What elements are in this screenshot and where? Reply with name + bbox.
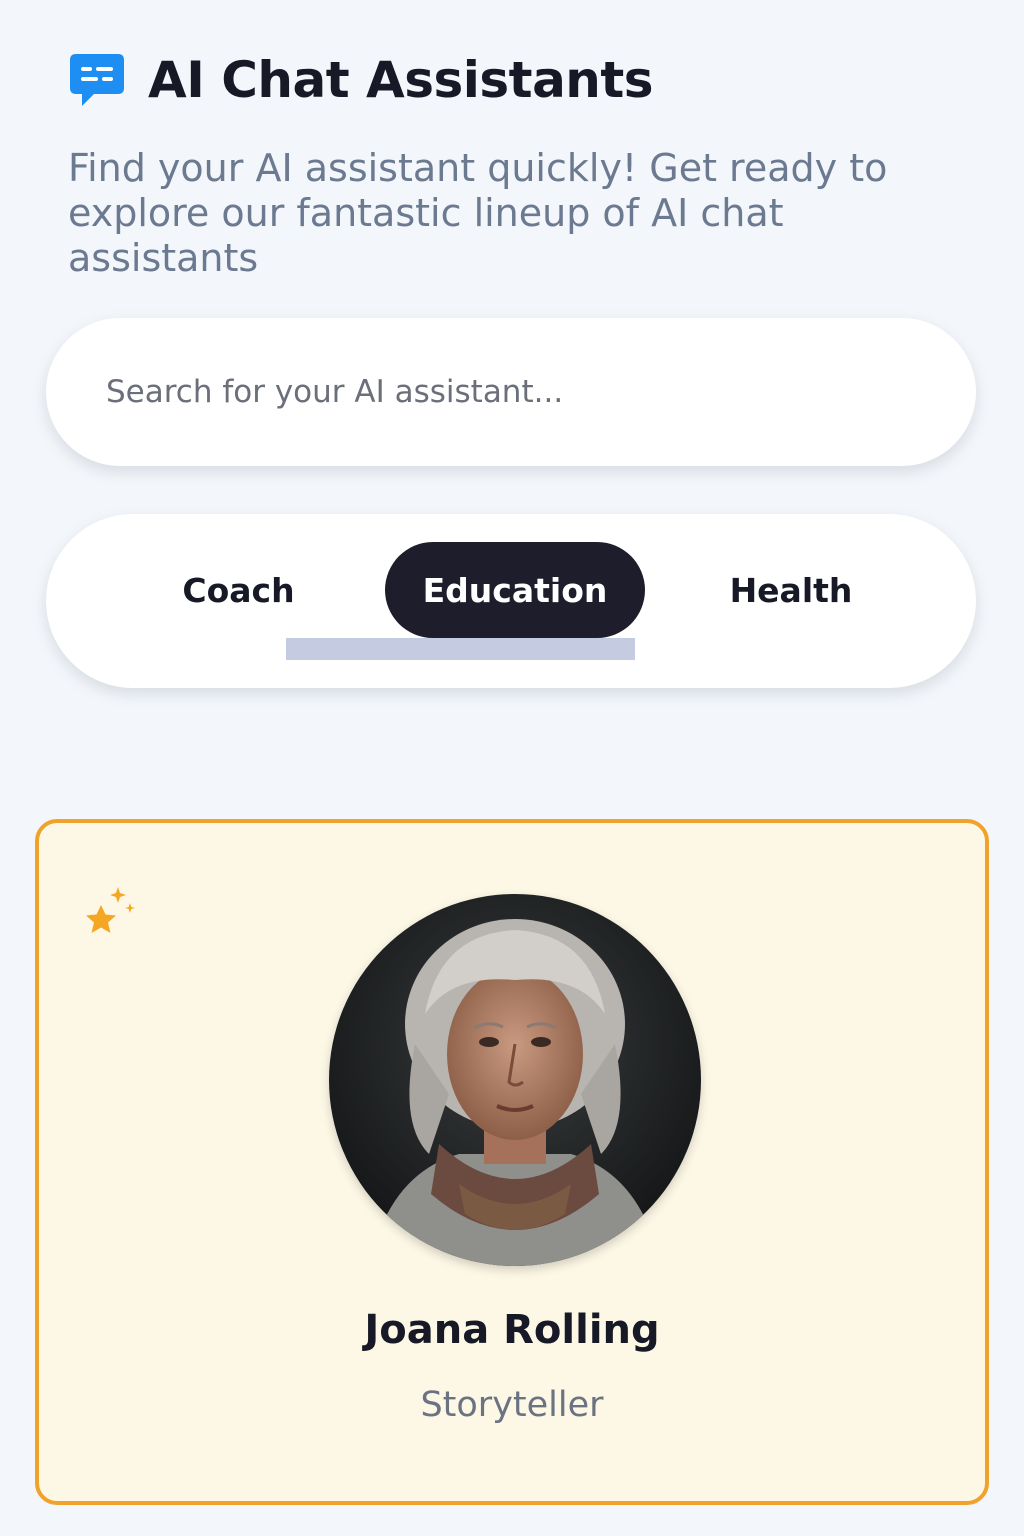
tab-coach[interactable]: Coach (136, 542, 341, 638)
tab-education[interactable]: Education (385, 542, 645, 638)
avatar (329, 894, 701, 1266)
avatar-portrait (329, 894, 701, 1266)
chat-bubble-icon (70, 54, 124, 106)
header: AI Chat Assistants (68, 50, 654, 110)
assistant-card[interactable]: Joana Rolling Storyteller (35, 819, 989, 1505)
search-input[interactable] (106, 374, 926, 410)
tabs-scrollbar[interactable] (286, 638, 635, 660)
assistant-role: Storyteller (420, 1385, 604, 1425)
page: AI Chat Assistants Find your AI assistan… (0, 0, 1024, 1536)
category-tabs: Coach Education Health (46, 514, 976, 688)
page-title: AI Chat Assistants (148, 51, 654, 109)
tab-health[interactable]: Health (686, 542, 896, 638)
search-bar[interactable] (46, 318, 976, 466)
assistant-name: Joana Rolling (364, 1307, 660, 1353)
sparkle-star-icon (86, 887, 135, 933)
page-subtitle: Find your AI assistant quickly! Get read… (68, 146, 888, 280)
